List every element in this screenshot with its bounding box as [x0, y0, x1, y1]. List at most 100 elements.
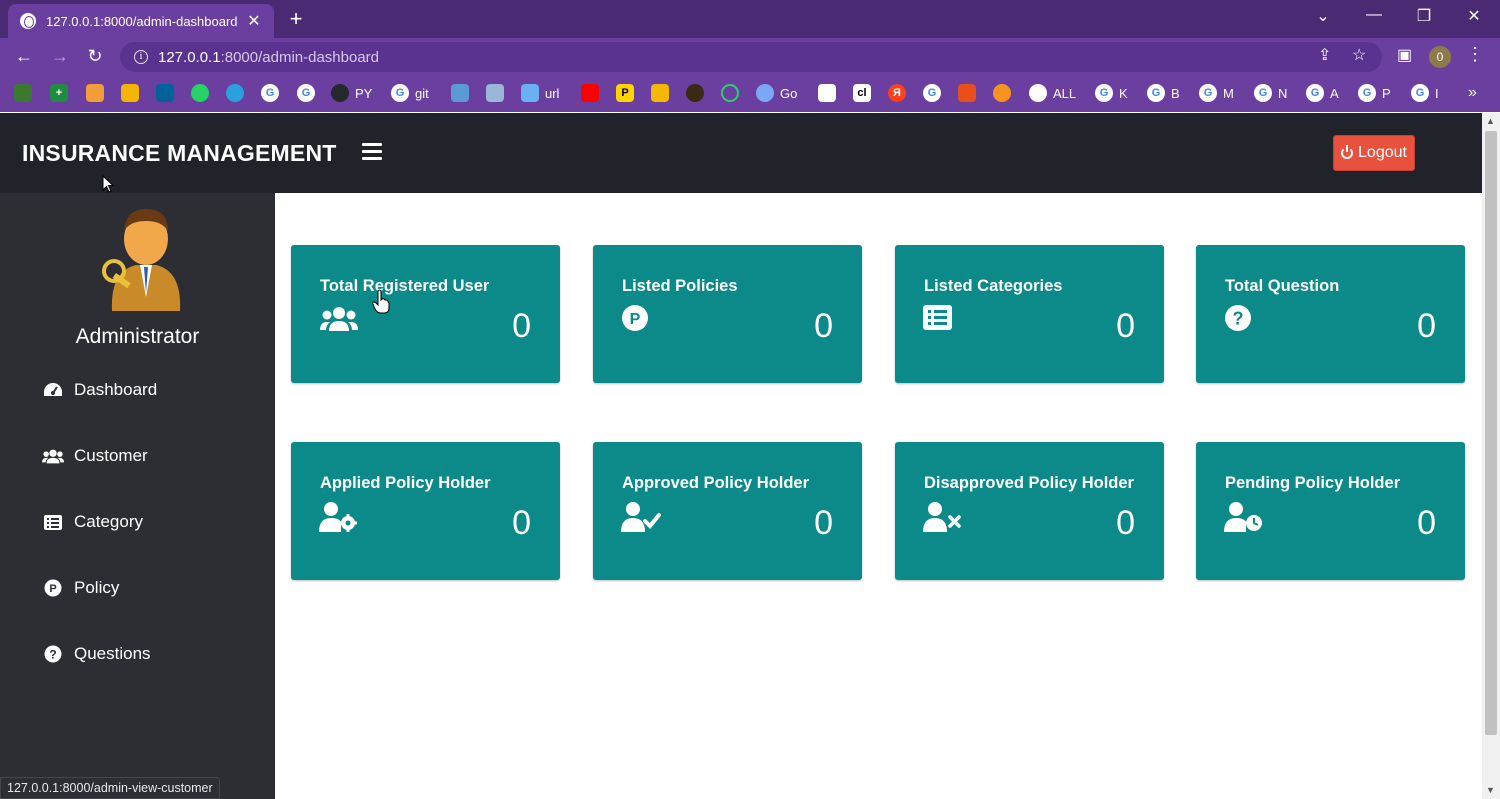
bookmark-m[interactable]: GM — [1199, 84, 1234, 102]
p-circle-icon: P — [42, 579, 64, 597]
card-disapproved-policy-holder[interactable]: Disapproved Policy Holder 0 — [895, 442, 1164, 580]
close-tab-icon[interactable]: ✕ — [246, 11, 262, 31]
bookmark-star-icon[interactable]: ☆ — [1352, 45, 1366, 65]
bookmark-1[interactable] — [14, 84, 32, 102]
google-icon: G — [1358, 84, 1376, 102]
bookmark-4[interactable] — [121, 84, 139, 102]
bookmark-2[interactable]: + — [50, 84, 68, 102]
bookmark-9[interactable]: G — [297, 84, 315, 102]
bookmarks-overflow-icon[interactable]: » — [1468, 84, 1477, 102]
bookmark-10[interactable] — [451, 84, 469, 102]
bookmark-7[interactable] — [226, 84, 244, 102]
google-icon: G — [1411, 84, 1429, 102]
bookmark-13[interactable] — [651, 84, 669, 102]
restore-button[interactable]: ❐ — [1409, 6, 1439, 26]
scroll-up-icon[interactable]: ▲ — [1486, 116, 1495, 126]
bookmark-git[interactable]: Ggit — [391, 84, 429, 102]
bookmark-favicon-icon: P — [616, 84, 634, 102]
sidebar: Administrator Dashboard Customer Categor… — [0, 193, 275, 799]
user-times-icon — [923, 502, 961, 532]
admin-name: Administrator — [75, 325, 200, 348]
bookmark-url[interactable]: url — [521, 84, 559, 102]
page-scrollbar[interactable]: ▲ ▼ — [1482, 113, 1500, 799]
tachometer-icon — [42, 381, 64, 399]
bookmark-youtube[interactable] — [581, 84, 599, 102]
card-listed-policies[interactable]: Listed Policies P 0 — [593, 245, 862, 383]
bookmark-12[interactable]: P — [616, 84, 634, 102]
bookmark-11[interactable] — [486, 84, 504, 102]
card-value: 0 — [814, 504, 833, 542]
bookmark-8[interactable]: G — [261, 84, 279, 102]
bookmark-21[interactable] — [993, 84, 1011, 102]
bookmark-6[interactable] — [191, 84, 209, 102]
google-icon: G — [261, 84, 279, 102]
bookmark-go[interactable]: Go — [756, 84, 797, 102]
bookmark-19[interactable]: G — [923, 84, 941, 102]
logout-button[interactable]: Logout — [1333, 135, 1415, 171]
card-approved-policy-holder[interactable]: Approved Policy Holder 0 — [593, 442, 862, 580]
sidebar-item-label: Category — [74, 512, 143, 531]
sidebar-item-customer[interactable]: Customer — [42, 446, 148, 466]
bookmark-b[interactable]: GB — [1147, 84, 1180, 102]
google-icon: G — [297, 84, 315, 102]
sidebar-item-dashboard[interactable]: Dashboard — [42, 380, 157, 400]
card-total-registered-user[interactable]: Total Registered User 0 — [291, 245, 560, 383]
profile-avatar[interactable]: 0 — [1429, 46, 1451, 68]
sidebar-item-label: Dashboard — [74, 380, 158, 399]
sidebar-item-category[interactable]: Category — [42, 512, 143, 532]
sidebar-item-questions[interactable]: ? Questions — [42, 644, 151, 664]
bookmark-k[interactable]: GK — [1095, 84, 1128, 102]
bookmark-favicon-icon — [156, 84, 174, 102]
side-panel-icon[interactable]: ▣ — [1397, 45, 1412, 65]
browser-toolbar: ← → ↻ i 127.0.0.1:8000/admin-dashboard ⇪… — [0, 38, 1500, 76]
mouse-pointer-icon — [102, 175, 114, 193]
telegram-icon — [226, 84, 244, 102]
google-icon: G — [1147, 84, 1165, 102]
google-icon: G — [1095, 84, 1113, 102]
bookmark-n[interactable]: GN — [1254, 84, 1287, 102]
card-title: Listed Categories — [924, 277, 1063, 295]
card-pending-policy-holder[interactable]: Pending Policy Holder 0 — [1196, 442, 1465, 580]
bookmark-i[interactable]: GI — [1411, 84, 1439, 102]
bookmark-all[interactable]: ALL — [1029, 84, 1076, 102]
scrollbar-thumb[interactable] — [1485, 131, 1497, 735]
brand-title[interactable]: INSURANCE MANAGEMENT — [22, 140, 337, 167]
bookmark-favicon-icon — [14, 84, 32, 102]
bookmark-py[interactable]: PY — [331, 84, 372, 102]
bookmarks-bar: + G G PY Ggit url P Go cl Я G ALL GK GB … — [0, 76, 1500, 112]
bookmark-5[interactable] — [156, 84, 174, 102]
minimize-button[interactable]: — — [1359, 6, 1389, 24]
new-tab-button[interactable]: + — [284, 6, 308, 32]
question-circle-icon: ? — [1225, 305, 1251, 331]
bookmark-p[interactable]: GP — [1358, 84, 1391, 102]
forward-button[interactable]: → — [48, 46, 72, 67]
close-window-button[interactable]: ✕ — [1459, 6, 1489, 26]
bookmark-20[interactable] — [958, 84, 976, 102]
google-icon: G — [923, 84, 941, 102]
bookmark-18[interactable]: Я — [888, 84, 906, 102]
address-bar[interactable]: i 127.0.0.1:8000/admin-dashboard — [120, 42, 1382, 72]
reload-button[interactable]: ↻ — [83, 46, 107, 67]
card-value: 0 — [1417, 307, 1436, 345]
bookmark-14[interactable] — [686, 84, 704, 102]
card-total-question[interactable]: Total Question ? 0 — [1196, 245, 1465, 383]
bookmark-15[interactable] — [721, 84, 739, 102]
bookmark-17[interactable]: cl — [853, 84, 871, 102]
tab-search-icon[interactable]: ⌄ — [1308, 6, 1338, 26]
user-cog-icon — [319, 502, 357, 532]
bookmark-16[interactable] — [818, 84, 836, 102]
hamburger-menu-icon[interactable] — [362, 143, 382, 161]
share-icon[interactable]: ⇪ — [1318, 45, 1331, 65]
sidebar-item-policy[interactable]: P Policy — [42, 578, 119, 598]
bookmark-3[interactable] — [86, 84, 104, 102]
browser-tab[interactable]: 127.0.0.1:8000/admin-dashboard ✕ — [8, 4, 274, 38]
site-info-icon[interactable]: i — [134, 50, 148, 64]
card-listed-categories[interactable]: Listed Categories 0 — [895, 245, 1164, 383]
google-icon: G — [1306, 84, 1324, 102]
scroll-down-icon[interactable]: ▼ — [1486, 785, 1495, 795]
back-button[interactable]: ← — [12, 46, 36, 67]
browser-menu-icon[interactable]: ⋮ — [1466, 44, 1484, 65]
question-circle-icon: ? — [42, 645, 64, 663]
bookmark-a[interactable]: GA — [1306, 84, 1339, 102]
card-applied-policy-holder[interactable]: Applied Policy Holder 0 — [291, 442, 560, 580]
